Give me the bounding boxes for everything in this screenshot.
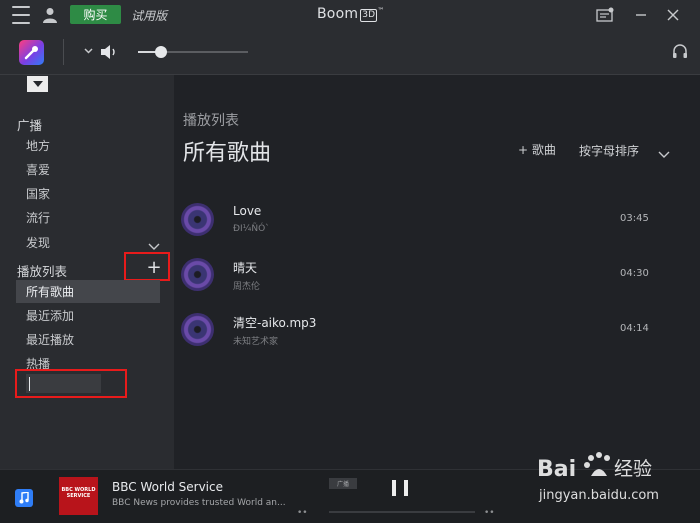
trial-label: 试用版 [131, 9, 168, 23]
playlists-header: 播放列表 [17, 264, 68, 279]
sidebar-item-discover[interactable]: 发现 [26, 234, 50, 251]
close-icon[interactable] [663, 5, 683, 25]
toolbar-divider [63, 39, 64, 65]
track-duration: 03:45 [620, 213, 649, 224]
pause-button[interactable] [392, 480, 408, 498]
sidebar: 广播 地方 喜爱 国家 流行 发现 播放列表 + 所有歌曲 最近添加 最近播放 … [0, 75, 174, 469]
track-duration: 04:30 [620, 268, 649, 279]
music-note-icon[interactable] [15, 489, 33, 507]
sidebar-item-local[interactable]: 地方 [26, 137, 50, 154]
dots-icon: •• [297, 508, 308, 518]
track-row[interactable]: Love ÐI¼ÑÓ` 03:45 [174, 203, 700, 253]
volume-slider[interactable] [138, 46, 248, 58]
album-art-icon [181, 203, 214, 236]
sidebar-item-popular[interactable]: 流行 [26, 209, 50, 226]
collapse-button[interactable] [27, 76, 48, 92]
track-title: 清空-aiko.mp3 [233, 316, 317, 330]
station-description: BBC News provides trusted World an... [112, 498, 286, 508]
user-icon[interactable] [41, 6, 59, 24]
track-artist: ÐI¼ÑÓ` [233, 224, 270, 234]
chevron-down-icon[interactable] [658, 144, 670, 158]
volume-knob[interactable] [155, 46, 168, 58]
station-art: BBC WORLD SERVICE [59, 477, 98, 515]
track-artist: 周杰伦 [233, 282, 261, 292]
main-content: 播放列表 所有歌曲 + 歌曲 按字母排序 Love ÐI¼ÑÓ` 03:45 晴… [174, 75, 700, 469]
app-name: Boom [317, 6, 359, 22]
sidebar-item-recently-played[interactable]: 最近播放 [26, 331, 74, 348]
page-title: 所有歌曲 [183, 141, 272, 166]
album-art-icon [181, 258, 214, 291]
buy-button[interactable]: 购买 [70, 5, 121, 24]
sidebar-item-all-songs[interactable]: 所有歌曲 [26, 283, 74, 300]
add-playlist-button[interactable]: + [144, 259, 164, 277]
track-title: Love [233, 204, 262, 218]
sort-dropdown[interactable]: 按字母排序 [579, 142, 639, 159]
sidebar-item-countries[interactable]: 国家 [26, 185, 50, 202]
app-badge: 3D [360, 9, 378, 22]
section-label: 播放列表 [183, 113, 239, 129]
station-art-text: BBC WORLD SERVICE [61, 487, 96, 499]
track-duration: 04:14 [620, 323, 649, 334]
progress-bar[interactable] [329, 511, 475, 513]
station-title: BBC World Service [112, 480, 223, 494]
app-title: Boom 3D ™ [317, 6, 384, 22]
sidebar-item-favorites[interactable]: 喜爱 [26, 161, 50, 178]
radio-header: 广播 [17, 118, 43, 133]
track-row[interactable]: 清空-aiko.mp3 未知艺术家 04:14 [174, 313, 700, 363]
dots-icon: •• [484, 508, 495, 518]
app-tm: ™ [377, 6, 385, 15]
app-logo[interactable] [19, 40, 44, 65]
menu-icon[interactable] [10, 6, 32, 24]
title-bar: 购买 试用版 Boom 3D ™ [0, 0, 700, 29]
add-song-button[interactable]: + 歌曲 [518, 141, 556, 158]
sidebar-item-recently-added[interactable]: 最近添加 [26, 307, 74, 324]
news-icon[interactable] [594, 5, 616, 25]
new-playlist-input[interactable] [26, 374, 101, 393]
chevron-down-icon[interactable] [148, 236, 160, 250]
volume-icon[interactable] [99, 43, 119, 61]
player-bar: BBC WORLD SERVICE BBC World Service BBC … [0, 469, 700, 523]
radio-tag: 广播 [329, 478, 357, 489]
headphones-icon[interactable] [671, 42, 689, 60]
track-row[interactable]: 晴天 周杰伦 04:30 [174, 258, 700, 308]
track-artist: 未知艺术家 [233, 337, 279, 347]
toolbar [0, 29, 700, 75]
text-caret [29, 377, 30, 391]
sidebar-item-hot[interactable]: 热播 [26, 355, 50, 372]
minimize-icon[interactable] [631, 5, 651, 25]
album-art-icon [181, 313, 214, 346]
chevron-down-icon[interactable] [82, 45, 94, 57]
track-title: 晴天 [233, 261, 258, 275]
